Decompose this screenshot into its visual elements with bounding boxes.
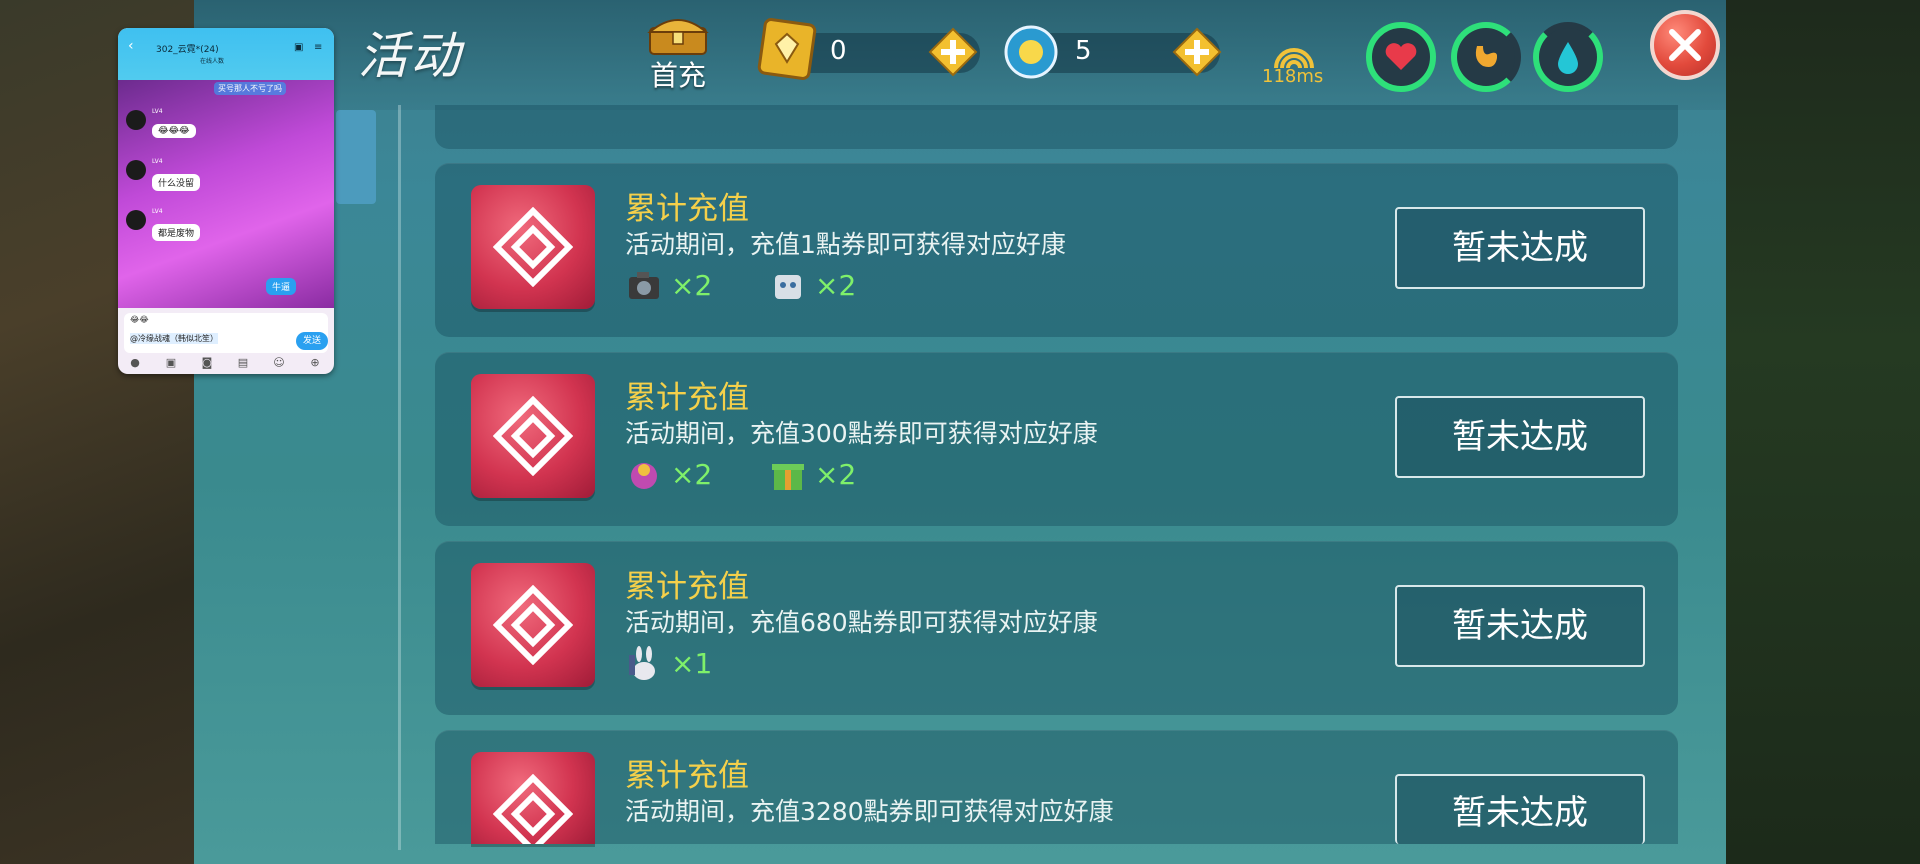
star-value: 5 xyxy=(1075,36,1092,66)
close-button[interactable] xyxy=(1650,10,1720,80)
card-description: 活动期间，充值680點券即可获得对应好康 xyxy=(625,608,1098,637)
reward-count: ×2 xyxy=(671,458,713,491)
gem-icon xyxy=(471,185,595,309)
activity-card: 累计充值 活动期间，充值300點券即可获得对应好康 ×2 ×2 暂未达成 xyxy=(435,352,1678,526)
chat-message: 都是废物 xyxy=(152,224,201,241)
emoji-icon[interactable]: ☺ xyxy=(272,356,286,370)
camera-icon[interactable]: ◙ xyxy=(200,356,214,370)
add-gold-button[interactable] xyxy=(928,27,978,77)
send-button[interactable]: 发送 xyxy=(296,332,328,350)
thirst-gauge xyxy=(1533,22,1603,92)
add-icon[interactable]: ⊕ xyxy=(308,356,322,370)
camera-icon xyxy=(629,272,659,299)
claim-status-button[interactable]: 暂未达成 xyxy=(1395,774,1645,844)
close-icon xyxy=(1669,29,1701,61)
game-background-right xyxy=(1726,0,1920,864)
sidebar-divider xyxy=(398,105,401,850)
reward-count: ×1 xyxy=(671,647,713,680)
chat-group-name: 302_云霓*(24) xyxy=(156,45,219,55)
card-title: 累计充值 xyxy=(625,569,749,605)
chat-header: ‹ 302_云霓*(24) 在线人数 ▣ ≡ xyxy=(118,28,334,80)
sidebar-tab-selected[interactable] xyxy=(336,110,376,204)
first-charge-label: 首充 xyxy=(649,59,706,92)
chat-subtitle: 在线人数 xyxy=(200,58,225,65)
activity-card-partial xyxy=(435,105,1678,149)
activity-card: 累计充值 活动期间，充值3280點券即可获得对应好康 暂未达成 xyxy=(435,730,1678,844)
menu-icon[interactable]: ≡ xyxy=(314,42,322,53)
microphone-icon[interactable]: ● xyxy=(128,356,142,370)
gem-icon xyxy=(471,752,595,844)
gem-icon xyxy=(471,563,595,687)
avatar xyxy=(126,210,146,230)
image-icon[interactable]: ▣ xyxy=(164,356,178,370)
input-text: @冷缘战魂（韩似北笙） xyxy=(130,333,218,344)
activity-card: 累计充值 活动期间，充值680點券即可获得对应好康 ×1 暂未达成 xyxy=(435,541,1678,715)
gold-value: 0 xyxy=(830,36,847,66)
chat-banner: 买号那人不亏了吗 xyxy=(214,82,286,95)
gold-ticket-icon xyxy=(757,18,817,80)
sun-coin-icon xyxy=(1004,25,1058,79)
gem-icon xyxy=(471,374,595,498)
username: LV4 xyxy=(152,108,163,115)
claim-status-button[interactable]: 暂未达成 xyxy=(1395,396,1645,478)
robot-icon xyxy=(775,275,801,299)
add-star-button[interactable] xyxy=(1172,27,1222,77)
avatar xyxy=(126,160,146,180)
treasure-chest-icon xyxy=(647,19,709,55)
hunger-gauge xyxy=(1451,22,1521,92)
gift-box-icon xyxy=(772,464,804,490)
card-title: 累计充值 xyxy=(625,191,749,227)
quoted-message: 😂😂 xyxy=(130,315,149,324)
calendar-icon[interactable]: ▣ xyxy=(294,42,303,53)
activity-card: 累计充值 活动期间，充值1點券即可获得对应好康 ×2 ×2 暂未达成 xyxy=(435,163,1678,337)
stomach-icon xyxy=(1475,46,1498,67)
reward-count: ×2 xyxy=(671,269,713,302)
avatar xyxy=(126,110,146,130)
card-description: 活动期间，充值300點券即可获得对应好康 xyxy=(625,419,1098,448)
chat-body: 买号那人不亏了吗 LV4 😂😂😂 LV4 什么没留 LV4 都是废物 牛逼 xyxy=(118,80,334,308)
my-chat-message: 牛逼 xyxy=(266,278,297,295)
card-description: 活动期间，充值1點券即可获得对应好康 xyxy=(625,230,1066,259)
water-drop-icon xyxy=(1558,42,1578,74)
claim-status-button[interactable]: 暂未达成 xyxy=(1395,585,1645,667)
card-title: 累计充值 xyxy=(625,758,749,794)
chat-message: 什么没留 xyxy=(152,174,201,191)
rabbit-figure-icon xyxy=(629,646,655,680)
card-title: 累计充值 xyxy=(625,380,749,416)
claim-status-button[interactable]: 暂未达成 xyxy=(1395,207,1645,289)
card-description: 活动期间，充值3280點券即可获得对应好康 xyxy=(625,797,1114,826)
username: LV4 xyxy=(152,158,163,165)
flower-pot-icon xyxy=(631,463,657,489)
back-icon[interactable]: ‹ xyxy=(128,38,134,54)
username: LV4 xyxy=(152,208,163,215)
page-title: 活动 xyxy=(358,27,462,85)
chat-message: 😂😂😂 xyxy=(152,124,196,138)
reward-count: ×2 xyxy=(815,269,857,302)
heart-icon xyxy=(1385,43,1417,70)
health-gauge xyxy=(1366,22,1436,92)
ping-label: 118ms xyxy=(1262,66,1324,87)
reward-count: ×2 xyxy=(815,458,857,491)
file-icon[interactable]: ▤ xyxy=(236,356,250,370)
chat-overlay[interactable]: ‹ 302_云霓*(24) 在线人数 ▣ ≡ 买号那人不亏了吗 LV4 😂😂😂 … xyxy=(118,28,334,374)
